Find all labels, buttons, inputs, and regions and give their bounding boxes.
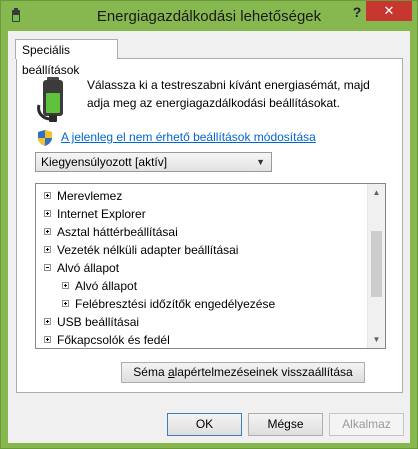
tab-panel: Válassza ki a testreszabni kívánt energi… bbox=[16, 58, 403, 393]
chevron-down-icon: ▼ bbox=[256, 157, 265, 167]
tree-item-label: Alvó állapot bbox=[57, 261, 120, 275]
expand-plus-icon[interactable] bbox=[44, 210, 51, 217]
expand-plus-icon[interactable] bbox=[62, 300, 69, 307]
tree-item-label: Alvó állapot bbox=[75, 279, 138, 293]
restore-label-pre: Séma bbox=[133, 365, 168, 379]
ok-button[interactable]: OK bbox=[167, 413, 242, 436]
description-text: Válassza ki a testreszabni kívánt energi… bbox=[87, 78, 370, 110]
uac-shield-icon bbox=[37, 129, 53, 147]
change-unavailable-settings-link[interactable]: A jelenleg el nem érhető beállítások mód… bbox=[61, 130, 316, 144]
restore-label-accel: a bbox=[167, 365, 175, 379]
tree-item-label: USB beállításai bbox=[57, 315, 140, 329]
collapse-minus-icon[interactable] bbox=[44, 264, 51, 271]
tree-item-label: Vezeték nélküli adapter beállításai bbox=[57, 243, 239, 257]
vertical-scrollbar[interactable]: ▲ ▼ bbox=[367, 184, 385, 348]
scrollbar-thumb[interactable] bbox=[371, 231, 382, 297]
window: Energiagazdálkodási lehetőségek ? ✕ Spec… bbox=[0, 0, 418, 449]
settings-tree[interactable]: Merevlemez Internet Explorer Asztal háttér… bbox=[35, 183, 386, 349]
help-button[interactable]: ? bbox=[347, 3, 367, 23]
scroll-up-icon[interactable]: ▲ bbox=[368, 184, 385, 201]
restore-label-post: lapértelmezéseinek visszaállítása bbox=[174, 365, 353, 379]
dialog-body: Speciális beállítások Válassza ki a test… bbox=[8, 31, 410, 443]
apply-button[interactable]: Alkalmaz bbox=[329, 413, 404, 436]
expand-plus-icon[interactable] bbox=[62, 282, 69, 289]
tab-advanced-settings[interactable]: Speciális beállítások bbox=[15, 39, 118, 77]
expand-plus-icon[interactable] bbox=[44, 228, 51, 235]
expand-plus-icon[interactable] bbox=[44, 246, 51, 253]
expand-plus-icon[interactable] bbox=[44, 336, 51, 343]
restore-plan-defaults-button[interactable]: Séma alapértelmezéseinek visszaállítása bbox=[121, 362, 365, 383]
cancel-button[interactable]: Mégse bbox=[248, 413, 323, 436]
battery-plug-icon bbox=[37, 75, 69, 123]
title-bar[interactable]: Energiagazdálkodási lehetőségek ? ✕ bbox=[1, 1, 417, 31]
tree-item-label: Merevlemez bbox=[57, 189, 123, 203]
tree-item-label: Felébresztési időzítők engedélyezése bbox=[75, 297, 276, 311]
expand-plus-icon[interactable] bbox=[44, 192, 51, 199]
tree-item-label: Asztal háttérbeállításai bbox=[57, 225, 178, 239]
expand-plus-icon[interactable] bbox=[44, 318, 51, 325]
tree-item-label: Internet Explorer bbox=[57, 207, 146, 221]
power-plan-value: Kiegyensúlyozott [aktív] bbox=[41, 155, 168, 169]
power-plan-dropdown[interactable]: Kiegyensúlyozott [aktív] ▼ bbox=[35, 152, 272, 172]
scroll-down-icon[interactable]: ▼ bbox=[368, 331, 385, 348]
close-button[interactable]: ✕ bbox=[366, 1, 412, 21]
tree-item-label: Főkapcsolók és fedél bbox=[57, 333, 170, 347]
